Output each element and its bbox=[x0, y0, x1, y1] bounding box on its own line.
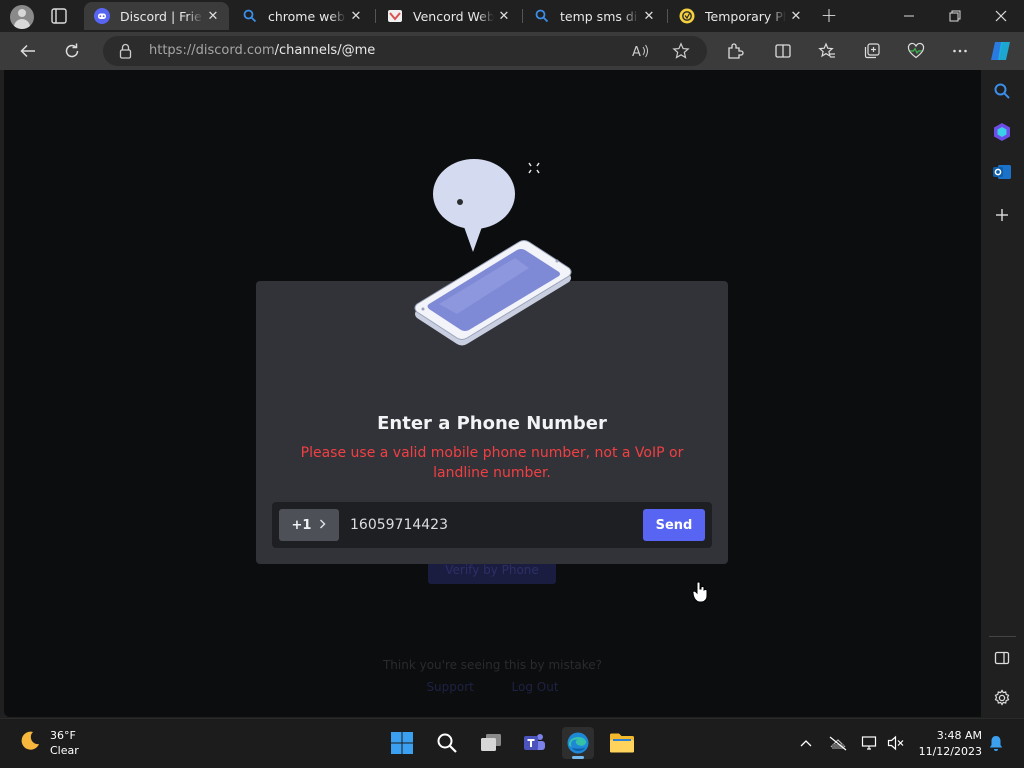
close-tab-icon[interactable]: ✕ bbox=[203, 9, 223, 24]
more-menu-icon[interactable] bbox=[948, 39, 972, 63]
task-view-icon bbox=[481, 734, 501, 751]
address-bar[interactable]: https://discord.com/channels/@me A bbox=[103, 36, 707, 66]
extensions-icon[interactable] bbox=[723, 39, 747, 63]
refresh-button[interactable] bbox=[60, 39, 84, 63]
moon-icon bbox=[21, 731, 39, 750]
url-text[interactable]: https://discord.com/channels/@me bbox=[149, 43, 375, 58]
tab-title: Temporary Pho bbox=[705, 8, 786, 24]
profile-avatar-icon[interactable] bbox=[10, 5, 34, 29]
tab-strip: Discord | Friend ✕ chrome web st ✕ Venco… bbox=[0, 0, 1024, 32]
volume-muted-icon[interactable] bbox=[886, 733, 906, 753]
folder-icon bbox=[610, 733, 634, 753]
clock-time: 3:48 AM bbox=[936, 729, 982, 742]
edge-taskbar-button[interactable] bbox=[562, 727, 594, 759]
search-icon[interactable] bbox=[991, 80, 1013, 102]
sms-site-icon bbox=[679, 8, 695, 24]
country-code-selector[interactable]: +1 bbox=[279, 509, 339, 541]
url-path: /channels/@me bbox=[274, 43, 376, 58]
sidebar-divider bbox=[989, 636, 1016, 637]
file-explorer-button[interactable] bbox=[606, 727, 638, 759]
display-icon[interactable] bbox=[860, 733, 880, 753]
close-tab-icon[interactable]: ✕ bbox=[346, 9, 366, 24]
browser-toolbar: https://discord.com/channels/@me A bbox=[0, 32, 1024, 70]
new-tab-button[interactable]: + bbox=[818, 5, 840, 27]
weather-widget[interactable]: 36°F Clear bbox=[18, 729, 79, 757]
url-host: https://discord.com bbox=[149, 43, 275, 58]
back-button[interactable] bbox=[16, 39, 40, 63]
weather-condition: Clear bbox=[50, 744, 79, 757]
background-links: Support Log Out bbox=[4, 680, 981, 694]
read-aloud-icon[interactable]: A bbox=[631, 41, 651, 61]
lock-icon[interactable] bbox=[119, 43, 132, 63]
tab-title: Vencord Web - bbox=[413, 8, 494, 24]
svg-text:A: A bbox=[632, 45, 641, 59]
search-icon bbox=[437, 733, 457, 753]
sparkle-icon bbox=[528, 162, 540, 174]
copilot-sidebar-icon[interactable] bbox=[991, 121, 1013, 143]
task-view-button[interactable] bbox=[475, 727, 507, 759]
edge-icon bbox=[567, 732, 589, 754]
clock-date: 11/12/2023 bbox=[918, 745, 982, 758]
smartphone-icon bbox=[414, 240, 572, 346]
close-tab-icon[interactable]: ✕ bbox=[786, 9, 806, 24]
search-icon bbox=[534, 8, 550, 24]
tab-separator bbox=[375, 9, 376, 23]
tab-vencord-web[interactable]: Vencord Web - ✕ bbox=[377, 2, 520, 30]
vencord-icon bbox=[387, 8, 403, 24]
tab-temporary-phone[interactable]: Temporary Pho ✕ bbox=[669, 2, 812, 30]
tab-title: temp sms disco bbox=[560, 8, 639, 24]
show-hidden-icons-chevron-up-icon[interactable] bbox=[796, 733, 816, 753]
teams-button[interactable] bbox=[518, 727, 550, 759]
network-disconnected-icon[interactable] bbox=[828, 733, 848, 753]
notification-bell-icon[interactable] bbox=[986, 733, 1006, 753]
tab-discord[interactable]: Discord | Friend ✕ bbox=[84, 2, 229, 30]
weather-temperature: 36°F bbox=[50, 729, 76, 742]
mistake-text: Think you're seeing this by mistake? bbox=[382, 658, 603, 672]
discord-icon bbox=[94, 8, 110, 24]
error-message: Please use a valid mobile phone number, … bbox=[300, 445, 684, 481]
phone-input-group: +1 Send bbox=[272, 502, 712, 548]
windows-taskbar: 36°F Clear 3:48 AM 11/12/2023 bbox=[0, 718, 1024, 768]
speech-bubble-icon bbox=[433, 159, 515, 252]
settings-gear-icon[interactable] bbox=[991, 687, 1013, 709]
close-tab-icon[interactable]: ✕ bbox=[639, 9, 659, 24]
restore-button[interactable] bbox=[932, 0, 978, 32]
phone-illustration bbox=[414, 159, 572, 346]
send-button[interactable]: Send bbox=[643, 509, 705, 541]
phone-number-input[interactable] bbox=[350, 509, 630, 541]
tab-title: Discord | Friend bbox=[120, 8, 203, 24]
country-code: +1 bbox=[291, 517, 312, 533]
modal-title: Enter a Phone Number bbox=[377, 413, 607, 434]
tab-actions-icon[interactable] bbox=[50, 7, 68, 25]
close-tab-icon[interactable]: ✕ bbox=[494, 9, 514, 24]
taskbar-search-button[interactable] bbox=[431, 727, 463, 759]
collections-icon[interactable] bbox=[860, 39, 884, 63]
discord-page: Verify by Phone Think you're seeing this… bbox=[4, 70, 981, 717]
log-out-link: Log Out bbox=[511, 680, 559, 694]
browser-essentials-icon[interactable] bbox=[904, 39, 928, 63]
start-button[interactable] bbox=[386, 727, 418, 759]
chevron-right-icon bbox=[319, 518, 327, 533]
outlook-icon[interactable] bbox=[991, 161, 1013, 183]
tab-temp-sms-search[interactable]: temp sms disco ✕ bbox=[524, 2, 665, 30]
split-screen-icon[interactable] bbox=[771, 39, 795, 63]
copilot-icon[interactable] bbox=[989, 39, 1013, 63]
close-window-button[interactable] bbox=[978, 0, 1024, 32]
teams-icon bbox=[524, 734, 545, 750]
tab-separator bbox=[522, 9, 523, 23]
windows-logo-icon bbox=[391, 732, 413, 754]
hide-sidebar-icon[interactable] bbox=[991, 647, 1013, 669]
tab-chrome-web-store-search[interactable]: chrome web st ✕ bbox=[232, 2, 372, 30]
favorites-icon[interactable] bbox=[815, 39, 839, 63]
hand-cursor-icon bbox=[692, 581, 708, 603]
add-sidebar-app-icon[interactable] bbox=[991, 204, 1013, 226]
support-link: Support bbox=[426, 680, 474, 694]
tab-title: chrome web st bbox=[268, 8, 346, 24]
edge-sidebar bbox=[981, 70, 1024, 717]
system-clock[interactable]: 3:48 AM 11/12/2023 bbox=[916, 728, 982, 760]
tab-separator bbox=[667, 9, 668, 23]
search-icon bbox=[242, 8, 258, 24]
favorite-star-icon[interactable] bbox=[671, 41, 691, 61]
minimize-button[interactable] bbox=[886, 0, 932, 32]
